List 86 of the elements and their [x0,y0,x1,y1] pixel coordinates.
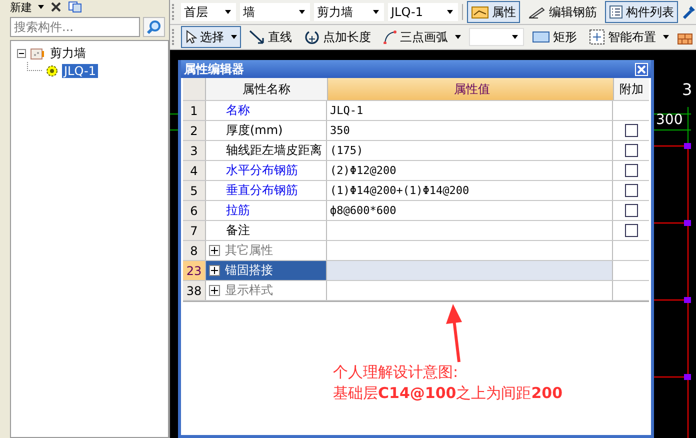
dialog-title: 属性编辑器 [184,60,244,78]
row-number: 4 [183,161,206,180]
header-corner-cell [183,78,206,100]
checkbox[interactable] [624,224,638,237]
property-value[interactable]: (175) [327,141,613,160]
rectangle-icon [532,31,550,43]
annotation-text: 个人理解设计意图: [333,362,460,383]
search-field[interactable]: 搜索构件... [10,17,140,37]
property-name: 垂直分布钢筋 [206,181,327,200]
properties-icon [471,5,489,19]
tool-button[interactable]: 矩形 [528,26,581,48]
search-button[interactable] [143,17,165,37]
column-header: 属性名称 [206,78,328,100]
close-button[interactable] [635,62,648,76]
property-name: 厚度(mm) [206,121,327,140]
annotation-text: 基础层C14@100之上为间距200 [333,383,563,404]
caret-icon[interactable] [38,5,44,9]
caret-icon [371,10,381,14]
property-value[interactable]: 350 [327,121,613,140]
property-name: 拉筋 [206,201,327,220]
dropdown[interactable]: 墙 [240,3,310,21]
collapse-toggle[interactable] [17,49,26,58]
tool-button[interactable]: 点加长度 [300,26,375,48]
dropdown[interactable]: JLQ-1 [388,3,458,21]
circular-arrow-icon [304,29,320,45]
eyedropper-icon[interactable] [682,4,696,20]
close-icon [637,64,646,74]
line-icon [249,30,265,44]
row-number: 6 [183,201,206,220]
property-value[interactable]: JLQ-1 [327,101,613,120]
drawing-canvas[interactable]: 3 300 属性编辑器 属性名称 属性值 附加 1 名称 JLQ-1 2 厚度(mm) 350 3 轴线距左墙皮距离 (175) 4 水平分布钢筋 (2)Φ12@200 5 垂直分布钢筋 (1)Φ14@200+(1)Φ14@200 6 拉筋 ф8@600*600 7 备注 8 其它属性 23 锚固搭接 38 显示样式 个人理解设计意图: 基础层C14@100之上为间距200 [170,50,696,438]
delete-icon[interactable] [50,1,62,13]
dimension-text: 300 [656,112,683,128]
expand-toggle[interactable] [209,265,220,276]
copy-icon[interactable] [68,1,82,13]
pen-icon [528,5,546,19]
toolbar-button[interactable]: 构件列表 [605,1,678,23]
layout-icon [589,29,605,45]
axis-label: 3 [682,80,692,99]
checkbox[interactable] [624,164,638,177]
tool-button[interactable]: 直线 [245,26,296,48]
wall-icon [30,46,44,60]
property-value[interactable]: (2)Φ12@200 [327,161,613,180]
checkbox[interactable] [624,144,638,157]
list-icon [609,5,623,19]
caret-icon [445,10,455,14]
cursor-icon [185,30,197,44]
row-number: 3 [183,141,206,160]
tree-item[interactable]: JLQ-1 [62,64,98,78]
column-header: 附加 [614,78,649,100]
row-number: 38 [183,281,206,300]
caret-icon [223,10,233,14]
property-name: 轴线距左墙皮距离 [206,141,327,160]
new-button[interactable]: 新建 [10,0,32,14]
row-number: 23 [183,261,206,280]
tree-item[interactable]: 剪力墙 [48,45,88,62]
toolbar-button[interactable]: 编辑钢筋 [524,1,601,23]
tool-button[interactable]: 智能布置 [585,26,673,48]
gear-icon [46,64,58,76]
checkbox[interactable] [624,124,638,137]
checkbox[interactable] [624,204,638,217]
row-number: 8 [183,241,206,260]
search-icon [146,19,162,35]
property-value[interactable]: ф8@600*600 [327,201,613,220]
group-name[interactable]: 显示样式 [225,282,273,299]
property-name: 名称 [206,101,327,120]
row-number: 1 [183,101,206,120]
arc-icon [383,30,397,44]
caret-icon [510,35,520,39]
expand-toggle[interactable] [209,245,220,256]
dropdown[interactable]: 剪力墙 [314,3,384,21]
row-number: 5 [183,181,206,200]
caret-icon [297,10,307,14]
row-number: 7 [183,221,206,240]
group-name[interactable]: 其它属性 [225,242,273,259]
property-name: 水平分布钢筋 [206,161,327,180]
property-value[interactable]: (1)Φ14@200+(1)Φ14@200 [327,181,613,200]
tool-button[interactable]: 三点画弧 [379,26,465,48]
row-number: 2 [183,121,206,140]
checkbox[interactable] [624,184,638,197]
column-header: 属性值 [328,78,614,100]
dropdown[interactable]: 首层 [181,3,236,21]
property-name: 备注 [206,221,327,240]
tool-button[interactable]: 选择 [181,26,241,48]
expand-toggle[interactable] [209,285,220,296]
toolbar-button[interactable]: 属性 [467,1,520,23]
